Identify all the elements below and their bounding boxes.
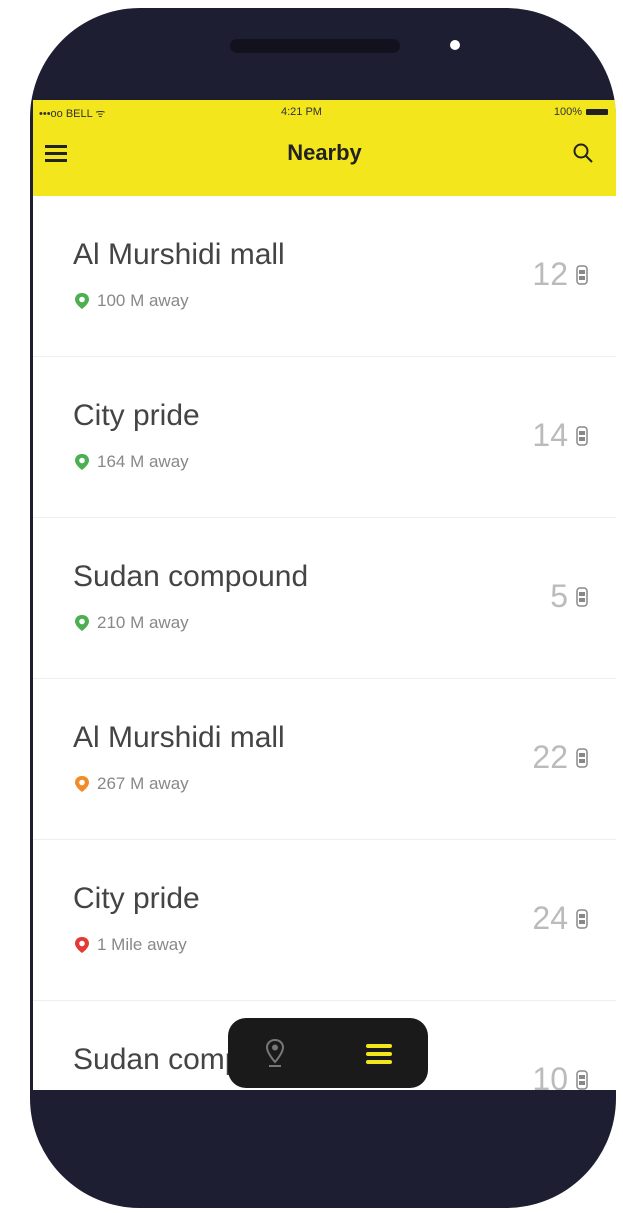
status-carrier: •••oo BELL ᯤ	[39, 108, 106, 120]
place-distance-row: 1 Mile away	[73, 935, 187, 955]
place-count-group: 24	[532, 900, 588, 937]
list-icon[interactable]	[366, 1044, 392, 1064]
list-item[interactable]: City pride 164 M away 14	[33, 357, 616, 518]
place-distance-row: 100 M away	[73, 291, 189, 311]
place-distance: 100 M away	[97, 291, 189, 310]
place-distance: 210 M away	[97, 613, 189, 632]
battery-icon	[586, 109, 608, 115]
parking-icon	[576, 747, 588, 768]
status-battery-group: 100%	[554, 106, 608, 118]
place-count-group: 22	[532, 739, 588, 776]
list-item[interactable]: City pride 1 Mile away 24	[33, 840, 616, 1001]
place-distance-row: 210 M away	[73, 613, 189, 633]
parking-icon	[576, 264, 588, 285]
location-pin-icon	[75, 454, 89, 470]
view-toggle	[228, 1018, 428, 1088]
camera-dot	[450, 40, 460, 50]
parking-icon	[576, 908, 588, 929]
parking-icon	[576, 586, 588, 607]
list-item[interactable]: Sudan compound 210 M away 5	[33, 518, 616, 679]
app-bar: •••oo BELL ᯤ 4:21 PM 100% Nearby	[33, 100, 616, 196]
place-count-group: 10	[532, 1061, 588, 1090]
place-count: 5	[550, 578, 568, 614]
place-name: Sudan compound	[73, 560, 309, 593]
place-count: 22	[532, 739, 568, 775]
app-screen: •••oo BELL ᯤ 4:21 PM 100% Nearby Al Murs…	[33, 100, 616, 1090]
status-time: 4:21 PM	[281, 106, 322, 118]
location-pin-icon	[75, 937, 89, 953]
place-count-group: 12	[532, 256, 588, 293]
place-name: City pride	[73, 882, 200, 915]
list-item[interactable]: Al Murshidi mall 100 M away 12	[33, 196, 616, 357]
place-distance: 267 M away	[97, 774, 189, 793]
phone-frame: •••oo BELL ᯤ 4:21 PM 100% Nearby Al Murs…	[30, 8, 616, 1208]
parking-icon	[576, 425, 588, 446]
place-count: 24	[532, 900, 568, 936]
speaker-slot	[230, 39, 400, 53]
location-pin-icon	[75, 615, 89, 631]
place-name: Al Murshidi mall	[73, 238, 285, 271]
place-count: 12	[532, 256, 568, 292]
place-count-group: 14	[532, 417, 588, 454]
place-count: 14	[532, 417, 568, 453]
list-item[interactable]: Al Murshidi mall 267 M away 22	[33, 679, 616, 840]
status-battery: 100%	[553, 106, 582, 118]
place-distance-row: 267 M away	[73, 774, 189, 794]
place-count-group: 5	[550, 578, 588, 615]
place-name: Al Murshidi mall	[73, 721, 285, 754]
location-pin-icon	[75, 776, 89, 792]
search-icon[interactable]	[572, 142, 594, 164]
map-pin-icon[interactable]	[264, 1038, 286, 1068]
places-list: Al Murshidi mall 100 M away 12 City prid…	[33, 196, 616, 1090]
location-pin-icon	[75, 293, 89, 309]
parking-icon	[576, 1069, 588, 1090]
place-count: 10	[532, 1061, 568, 1090]
place-distance-row: 164 M away	[73, 452, 189, 472]
place-distance: 164 M away	[97, 452, 189, 471]
place-name: City pride	[73, 399, 200, 432]
page-title: Nearby	[287, 140, 362, 165]
place-distance: 1 Mile away	[97, 935, 187, 954]
